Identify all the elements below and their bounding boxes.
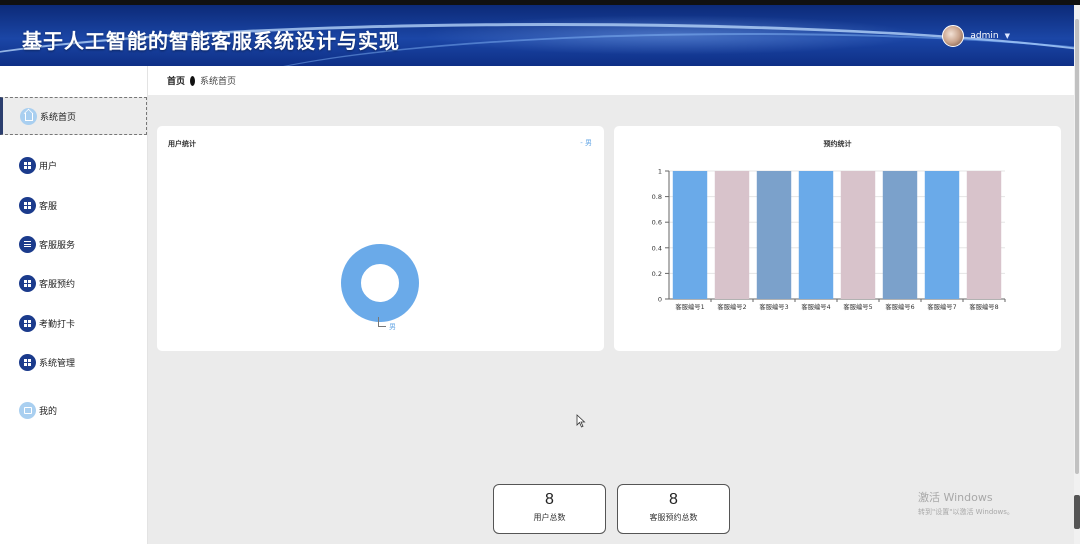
- y-tick-label: 0.8: [652, 193, 662, 201]
- sidebar-item-label: 客服预约: [39, 279, 76, 290]
- avatar[interactable]: [942, 25, 965, 47]
- sidebar-item-home[interactable]: 系统首页: [0, 97, 147, 135]
- bar[interactable]: [840, 171, 876, 299]
- grid-icon: [19, 353, 36, 371]
- stat-label: 客服预约总数: [649, 513, 698, 522]
- grid-icon: [19, 274, 36, 292]
- bar[interactable]: [756, 171, 792, 299]
- sidebar-item-label: 客服: [39, 201, 58, 212]
- sidebar-item-mine[interactable]: 我的: [0, 391, 147, 429]
- scrollbar-thumb[interactable]: [1075, 19, 1079, 474]
- x-tick-label: 客服编号6: [885, 302, 914, 311]
- y-tick-label: 0.4: [652, 244, 662, 252]
- y-tick-label: 0: [658, 296, 662, 304]
- page-scrollbar[interactable]: [1074, 5, 1080, 544]
- stat-card-bookings: 8 客服预约总数: [617, 484, 730, 534]
- grid-icon: [19, 156, 36, 174]
- chevron-down-icon[interactable]: ▼: [1005, 32, 1010, 40]
- sidebar-item-label: 用户: [39, 161, 58, 172]
- windows-activation-watermark: 激活 Windows 转到"设置"以激活 Windows。: [918, 489, 1014, 517]
- stat-value: 8: [545, 491, 554, 508]
- sidebar-item-booking[interactable]: 客服预约: [0, 264, 147, 302]
- breadcrumb: 首页 系统首页: [148, 66, 1074, 95]
- sidebar-item-label: 系统首页: [40, 112, 77, 123]
- user-menu[interactable]: admin ▼: [942, 25, 1010, 47]
- breadcrumb-current: 系统首页: [200, 77, 237, 87]
- y-tick-label: 0.6: [652, 219, 662, 227]
- sidebar-item-system[interactable]: 系统管理: [0, 343, 147, 381]
- watermark-line2: 转到"设置"以激活 Windows。: [918, 508, 1014, 516]
- x-tick-label: 客服编号1: [675, 302, 704, 311]
- x-tick-label: 客服编号5: [843, 302, 872, 311]
- app-header: 基于人工智能的智能客服系统设计与实现 admin ▼: [0, 5, 1074, 66]
- sidebar: 系统首页 用户 客服 客服服务 客服预约 考勤打卡 系统管理 我的: [0, 66, 148, 544]
- sidebar-item-label: 客服服务: [39, 240, 76, 251]
- booking-bar-chart: 0 0.2 0.4 0.6 0.8 1 客服编号1 客服编号2 客服编号3 客服编号4 客服编号5 客…: [652, 168, 1006, 311]
- sidebar-item-label: 考勤打卡: [39, 319, 76, 330]
- sidebar-item-label: 我的: [39, 406, 58, 417]
- y-tick-label: 0.2: [652, 270, 662, 278]
- pie-leader-line: [378, 317, 386, 327]
- bar[interactable]: [924, 171, 960, 299]
- grid-icon: [19, 314, 36, 332]
- sidebar-item-service[interactable]: 客服服务: [0, 225, 147, 263]
- breadcrumb-home[interactable]: 首页: [167, 74, 185, 87]
- sidebar-item-users[interactable]: 用户: [0, 146, 147, 184]
- list-icon: [19, 235, 36, 253]
- y-tick-label: 1: [658, 168, 662, 176]
- stat-label: 用户总数: [533, 513, 566, 522]
- bar[interactable]: [966, 171, 1002, 299]
- bar[interactable]: [882, 171, 918, 299]
- x-tick-label: 客服编号2: [717, 302, 746, 311]
- scrollbar-end: [1074, 495, 1080, 529]
- x-tick-label: 客服编号7: [927, 302, 956, 311]
- x-tick-label: 客服编号8: [969, 302, 998, 311]
- bar[interactable]: [714, 171, 750, 299]
- card-icon: [19, 401, 36, 419]
- user-stats-panel: 用户统计 - 男 男: [157, 126, 604, 351]
- sidebar-item-attendance[interactable]: 考勤打卡: [0, 304, 147, 342]
- booking-stats-panel: 预约统计 0 0.2 0.4 0.6 0.8 1 客服编号1 客服编号2 客服编号3 客服编号4 客…: [614, 126, 1061, 351]
- bar[interactable]: [798, 171, 834, 299]
- pie-slice[interactable]: [341, 244, 419, 322]
- x-tick-label: 客服编号4: [801, 302, 830, 311]
- stat-value: 8: [669, 491, 678, 508]
- breadcrumb-separator: [190, 75, 196, 86]
- app-title: 基于人工智能的智能客服系统设计与实现: [22, 31, 400, 53]
- mouse-cursor-icon: [576, 413, 586, 432]
- grid-icon: [19, 196, 36, 214]
- username[interactable]: admin: [970, 31, 998, 41]
- sidebar-item-label: 系统管理: [39, 358, 76, 369]
- stat-card-users: 8 用户总数: [493, 484, 606, 534]
- watermark-line1: 激活 Windows: [918, 491, 993, 504]
- x-tick-label: 客服编号3: [759, 302, 788, 311]
- home-icon: [20, 107, 37, 125]
- bar[interactable]: [672, 171, 708, 299]
- sidebar-item-agents[interactable]: 客服: [0, 186, 147, 224]
- pie-slice-label: 男: [389, 323, 396, 331]
